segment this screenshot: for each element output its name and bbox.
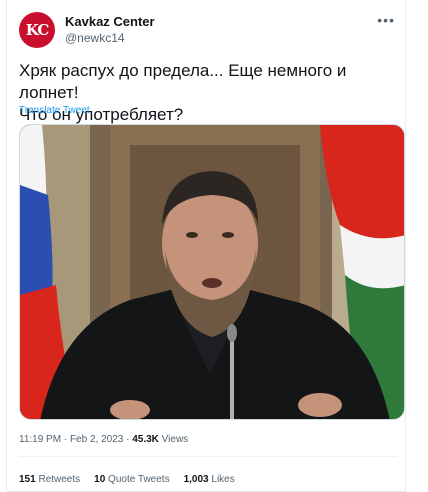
retweets-label: Retweets: [35, 474, 81, 485]
tweet-date[interactable]: Feb 2, 2023: [70, 434, 123, 445]
meta-separator: ·: [61, 434, 70, 445]
likes-count: 1,003: [183, 474, 209, 485]
quotes-count: 10: [94, 474, 106, 485]
display-name[interactable]: Kavkaz Center: [65, 14, 155, 30]
tweet-time[interactable]: 11:19 PM: [19, 434, 61, 445]
photo-illustration: [20, 125, 404, 419]
retweets-count: 151: [19, 474, 36, 485]
tweet-photo[interactable]: [19, 124, 405, 420]
meta-separator-2: ·: [123, 434, 133, 445]
retweets-stat[interactable]: 151 Retweets: [19, 474, 80, 485]
avatar[interactable]: KC: [19, 12, 55, 48]
tweet-card: KC Kavkaz Center @newkc14 ••• Хряк распу…: [6, 0, 406, 492]
tweet-meta: 11:19 PM · Feb 2, 2023 · 45.3K Views: [19, 434, 188, 445]
views-label: Views: [158, 434, 189, 445]
quote-tweets-stat[interactable]: 10 Quote Tweets: [94, 474, 169, 485]
author-names: Kavkaz Center @newkc14: [65, 14, 155, 46]
tweet-header: KC Kavkaz Center @newkc14 •••: [19, 12, 397, 52]
handle[interactable]: @newkc14: [65, 30, 155, 46]
tweet-text: Хряк распух до предела... Еще немного и …: [19, 60, 409, 126]
quotes-label: Quote Tweets: [105, 474, 170, 485]
divider: [19, 456, 397, 457]
translate-tweet-link[interactable]: Translate Tweet: [19, 105, 90, 116]
likes-stat[interactable]: 1,003 Likes: [184, 474, 235, 485]
views-count: 45.3K: [132, 434, 159, 445]
tweet-text-line-1: Хряк распух до предела... Еще немного и …: [19, 61, 347, 102]
likes-label: Likes: [208, 474, 235, 485]
avatar-logo-text: KC: [25, 21, 50, 39]
more-horizontal-icon[interactable]: •••: [377, 12, 395, 28]
tweet-stats: 151 Retweets 10 Quote Tweets 1,003 Likes: [19, 474, 235, 485]
